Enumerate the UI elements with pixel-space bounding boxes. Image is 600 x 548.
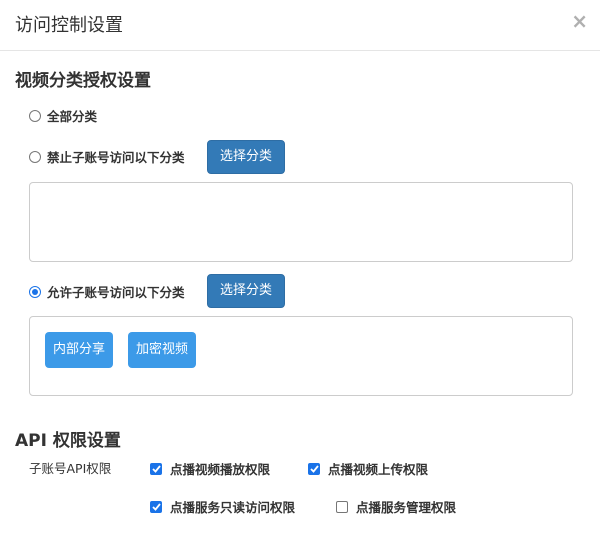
- check-icon: [309, 464, 319, 473]
- category-tag-internal-share[interactable]: 内部分享: [45, 332, 114, 368]
- checkbox-checked[interactable]: [150, 462, 162, 475]
- checkbox-label: 点播视频播放权限: [170, 462, 271, 477]
- checkbox-checked[interactable]: [308, 462, 320, 475]
- select-deny-category-button[interactable]: 选择分类: [207, 140, 286, 174]
- api-permission-label: 子账号API权限: [29, 461, 112, 476]
- radio-all-categories[interactable]: 全部分类: [29, 106, 97, 125]
- perm-vod-admin[interactable]: 点播服务管理权限: [336, 497, 456, 516]
- checkbox-label: 点播视频上传权限: [328, 462, 429, 477]
- check-icon: [151, 502, 161, 511]
- check-icon: [151, 464, 161, 473]
- allow-category-list: 内部分享 加密视频: [29, 316, 573, 396]
- radio-button[interactable]: [29, 109, 41, 122]
- perm-vod-upload[interactable]: 点播视频上传权限: [308, 459, 428, 478]
- radio-label: 禁止子账号访问以下分类: [47, 150, 185, 165]
- radio-label: 全部分类: [47, 109, 98, 124]
- deny-category-list: [29, 182, 573, 262]
- perm-vod-play[interactable]: 点播视频播放权限: [150, 459, 270, 478]
- radio-label: 允许子账号访问以下分类: [47, 285, 185, 300]
- modal-header: 访问控制设置 ×: [0, 0, 600, 51]
- checkbox-checked[interactable]: [150, 500, 162, 513]
- checkbox-label: 点播服务只读访问权限: [170, 500, 296, 515]
- video-section-title: 视频分类授权设置: [15, 71, 151, 91]
- category-tag-encrypted-video[interactable]: 加密视频: [128, 332, 197, 368]
- dialog-title: 访问控制设置: [15, 15, 123, 36]
- select-allow-category-button[interactable]: 选择分类: [207, 274, 286, 308]
- close-icon[interactable]: ×: [571, 9, 588, 33]
- api-section-title: API 权限设置: [15, 431, 121, 451]
- radio-button[interactable]: [29, 285, 41, 298]
- checkbox-label: 点播服务管理权限: [356, 500, 457, 515]
- radio-allow-categories[interactable]: 允许子账号访问以下分类: [29, 282, 185, 301]
- perm-vod-readonly[interactable]: 点播服务只读访问权限: [150, 497, 295, 516]
- radio-deny-categories[interactable]: 禁止子账号访问以下分类: [29, 147, 185, 166]
- checkbox-unchecked[interactable]: [336, 500, 348, 513]
- radio-button[interactable]: [29, 150, 41, 163]
